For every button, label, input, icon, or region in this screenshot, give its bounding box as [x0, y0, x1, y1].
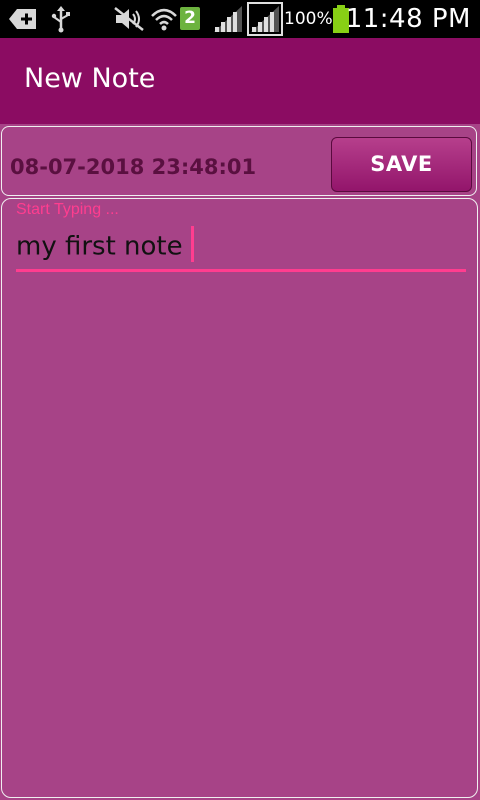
status-bar: 2 100% 11:48 PM	[0, 0, 480, 38]
note-editor: 08-07-2018 23:48:01 SAVE Start Typing ..…	[0, 124, 480, 800]
note-text: my first note	[16, 231, 183, 262]
wifi-icon	[150, 0, 178, 38]
save-button[interactable]: SAVE	[331, 137, 472, 192]
signal-icon-2	[247, 0, 283, 38]
usb-icon	[50, 0, 72, 38]
note-input-hint: Start Typing ...	[16, 201, 119, 218]
battery-percent: 100%	[284, 9, 333, 29]
add-notification-icon	[8, 0, 38, 38]
text-cursor	[190, 226, 194, 262]
sim-badge: 2	[180, 7, 200, 30]
action-bar: New Note	[0, 38, 480, 124]
signal-icon	[212, 0, 244, 38]
note-text-field[interactable]: my first note	[16, 226, 194, 265]
clock: 11:48 PM	[345, 4, 471, 34]
note-body-box: Start Typing ... my first note	[1, 198, 478, 798]
input-underline	[16, 269, 466, 272]
mute-icon	[112, 0, 146, 38]
note-header: 08-07-2018 23:48:01 SAVE	[1, 126, 477, 196]
note-timestamp: 08-07-2018 23:48:01	[10, 155, 257, 179]
page-title: New Note	[24, 63, 156, 94]
